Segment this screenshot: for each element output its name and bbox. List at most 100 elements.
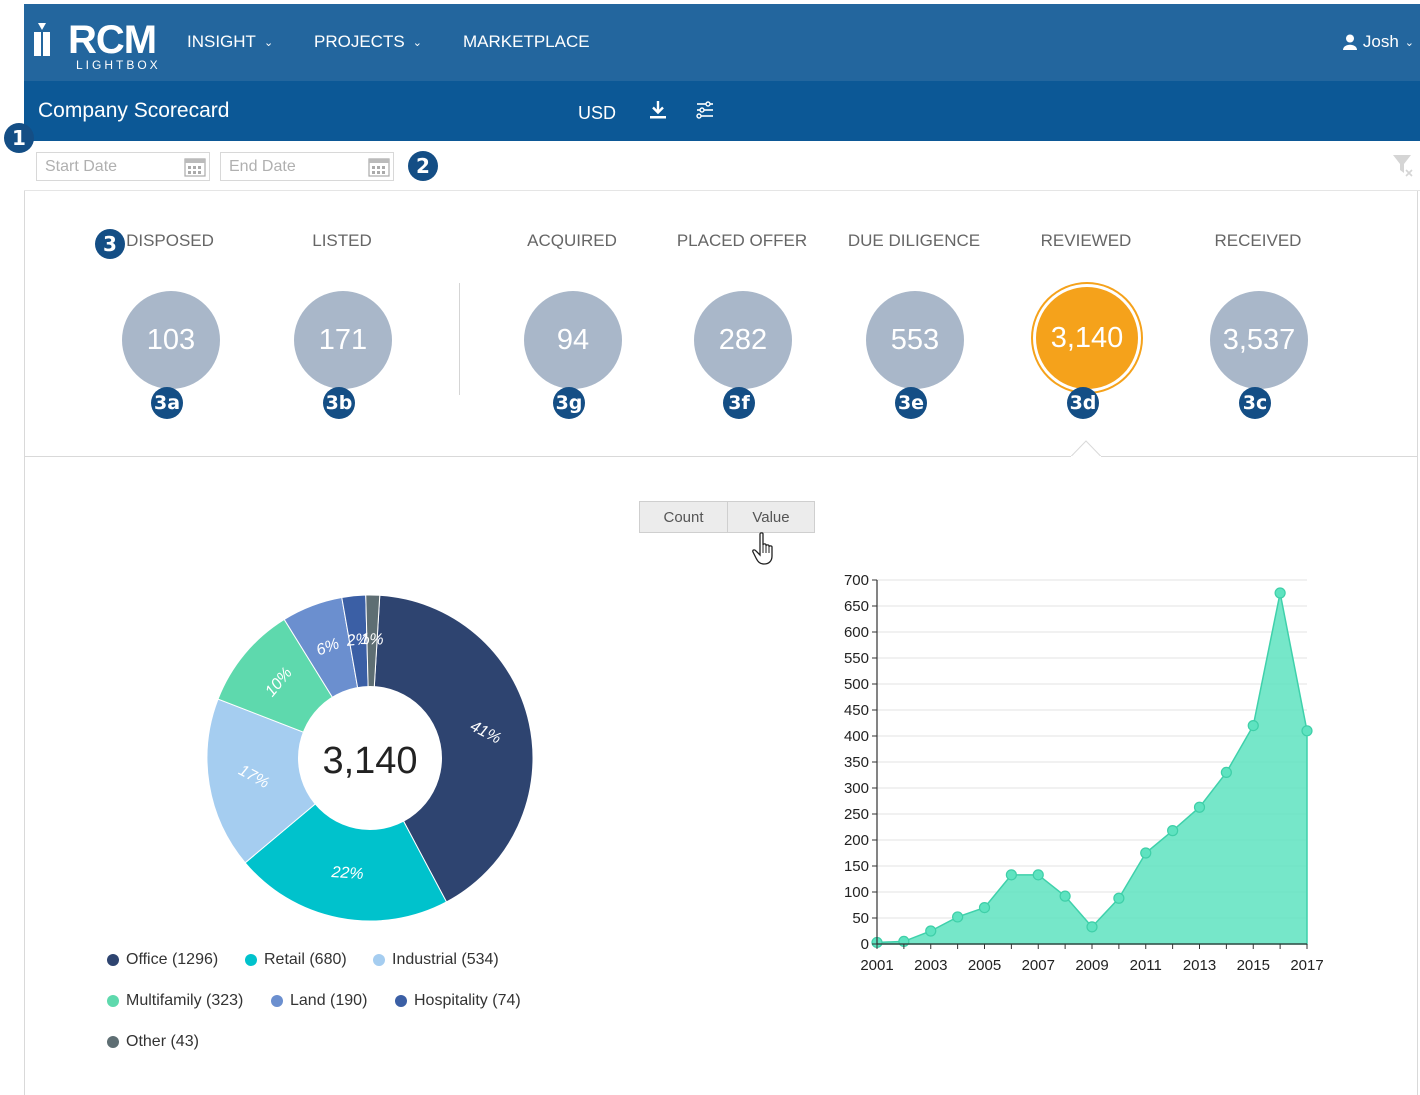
data-point[interactable] <box>925 925 937 937</box>
stage-due-diligence[interactable]: DUE DILIGENCE 553 3e <box>819 191 1009 457</box>
scorecard-panel: DISPOSED 103 3a LISTED 171 3b ACQUIRED 9… <box>24 191 1418 1095</box>
stage-count-circle[interactable]: 553 <box>866 291 964 389</box>
data-point[interactable] <box>1193 801 1206 813</box>
y-tick-label: 550 <box>844 650 869 667</box>
settings-sliders-icon[interactable] <box>694 99 716 121</box>
stage-count-circle[interactable]: 3,537 <box>1210 291 1308 389</box>
donut-slice-label: 22% <box>330 864 364 883</box>
legend-item-land[interactable]: Land (190) <box>271 992 367 1010</box>
user-name: Josh <box>1362 32 1399 51</box>
y-tick-label: 50 <box>852 910 869 927</box>
logo-text: RCM <box>68 18 157 62</box>
legend-swatch <box>107 995 119 1007</box>
area-series <box>876 592 1308 945</box>
callout-badge: 3a <box>151 387 183 419</box>
nav-marketplace[interactable]: MARKETPLACE <box>463 32 590 52</box>
logo-subtext: LIGHTBOX <box>76 58 161 72</box>
property-type-donut-chart: 3,140 41%22%17%10%6% 2%1% <box>206 594 534 922</box>
stage-placed-offer[interactable]: PLACED OFFER 282 3f <box>647 191 837 457</box>
start-date-field[interactable] <box>36 152 210 181</box>
count-button[interactable]: Count <box>640 502 727 532</box>
legend-item-hospitality[interactable]: Hospitality (74) <box>395 992 521 1010</box>
value-button[interactable]: Value <box>727 502 814 532</box>
stage-count-circle[interactable]: 282 <box>694 291 792 389</box>
user-menu[interactable]: Josh ⌄ <box>1342 32 1414 52</box>
x-tick-label: 2013 <box>1183 957 1216 974</box>
data-point[interactable] <box>1140 847 1152 859</box>
legend-label: Land (190) <box>290 992 368 1009</box>
end-date-input[interactable] <box>221 153 351 180</box>
y-tick-label: 300 <box>844 780 869 797</box>
stage-label: PLACED OFFER <box>676 231 808 250</box>
data-point[interactable] <box>952 911 964 923</box>
date-filter-row: 2 <box>24 141 1420 191</box>
nav-projects[interactable]: PROJECTS ⌄ <box>314 32 422 52</box>
y-tick-label: 200 <box>844 832 869 849</box>
chevron-down-icon: ⌄ <box>263 36 274 49</box>
y-tick-label: 0 <box>861 936 869 953</box>
nav-insight[interactable]: INSIGHT ⌄ <box>187 32 273 52</box>
count-value-toggle: Count Value <box>639 501 815 533</box>
legend-item-retail[interactable]: Retail (680) <box>245 951 347 969</box>
legend-swatch <box>395 995 407 1007</box>
calendar-icon[interactable] <box>184 157 206 177</box>
nav-marketplace-label: MARKETPLACE <box>463 32 590 51</box>
callout-badge-3: 3 <box>95 229 125 259</box>
stage-count-circle[interactable]: 171 <box>294 291 392 389</box>
data-point[interactable] <box>1086 921 1098 933</box>
data-point[interactable] <box>1032 869 1044 881</box>
data-point[interactable] <box>1005 869 1017 881</box>
currency-selector[interactable]: USD <box>578 103 616 124</box>
stage-acquired[interactable]: ACQUIRED 94 3g <box>477 191 667 457</box>
callout-badge: 3d <box>1067 387 1099 419</box>
data-point[interactable] <box>1301 725 1313 737</box>
stage-received[interactable]: RECEIVED 3,537 3c <box>1163 191 1353 457</box>
stage-count-circle[interactable]: 94 <box>524 291 622 389</box>
end-date-field[interactable] <box>220 152 394 181</box>
legend-item-industrial[interactable]: Industrial (534) <box>373 951 499 969</box>
callout-badge: 3b <box>323 387 355 419</box>
data-point[interactable] <box>978 902 991 914</box>
download-icon[interactable] <box>647 99 669 121</box>
data-point[interactable] <box>1113 892 1125 904</box>
callout-badge: 3g <box>553 387 585 419</box>
x-tick-label: 2009 <box>1075 957 1108 974</box>
legend-swatch <box>107 954 119 966</box>
legend-swatch <box>271 995 283 1007</box>
stage-count-circle[interactable]: 103 <box>122 291 220 389</box>
top-navbar: RCM LIGHTBOX INSIGHT ⌄ PROJECTS ⌄ MARKET… <box>24 4 1420 81</box>
stage-listed[interactable]: LISTED 171 3b <box>247 191 437 457</box>
calendar-icon[interactable] <box>368 157 390 177</box>
legend-swatch <box>107 1036 119 1048</box>
legend-label: Retail (680) <box>264 951 347 968</box>
x-tick-label: 2003 <box>914 957 947 974</box>
nav-insight-label: INSIGHT <box>187 32 256 51</box>
data-point[interactable] <box>1247 720 1259 732</box>
clear-filter-icon[interactable] <box>1392 153 1414 177</box>
chevron-down-icon: ⌄ <box>412 36 422 49</box>
y-tick-label: 600 <box>844 624 869 641</box>
legend-label: Industrial (534) <box>392 951 499 968</box>
stage-label: RECEIVED <box>1214 231 1302 250</box>
y-tick-label: 700 <box>844 572 869 589</box>
y-tick-label: 500 <box>844 676 869 693</box>
legend-item-multifamily[interactable]: Multifamily (323) <box>107 992 243 1010</box>
data-point[interactable] <box>1167 825 1179 837</box>
callout-badge: 3f <box>723 387 755 419</box>
stage-divider <box>459 283 460 395</box>
data-point[interactable] <box>1274 587 1286 599</box>
stage-label: LISTED <box>312 231 372 250</box>
nav-projects-label: PROJECTS <box>314 32 405 51</box>
x-tick-label: 2011 <box>1130 957 1162 974</box>
legend-item-other[interactable]: Other (43) <box>107 1033 199 1051</box>
chevron-down-icon: ⌄ <box>1404 36 1414 49</box>
start-date-input[interactable] <box>37 153 167 180</box>
y-tick-label: 250 <box>844 806 869 823</box>
data-point[interactable] <box>1059 890 1071 902</box>
data-point[interactable] <box>1220 766 1232 778</box>
stage-reviewed[interactable]: REVIEWED 3,140 3d <box>991 191 1181 457</box>
rcm-logo[interactable]: RCM LIGHTBOX <box>32 18 162 72</box>
stage-count-circle-active[interactable]: 3,140 <box>1036 287 1138 389</box>
legend-item-office[interactable]: Office (1296) <box>107 951 218 969</box>
logo-mark-icon <box>34 23 50 56</box>
